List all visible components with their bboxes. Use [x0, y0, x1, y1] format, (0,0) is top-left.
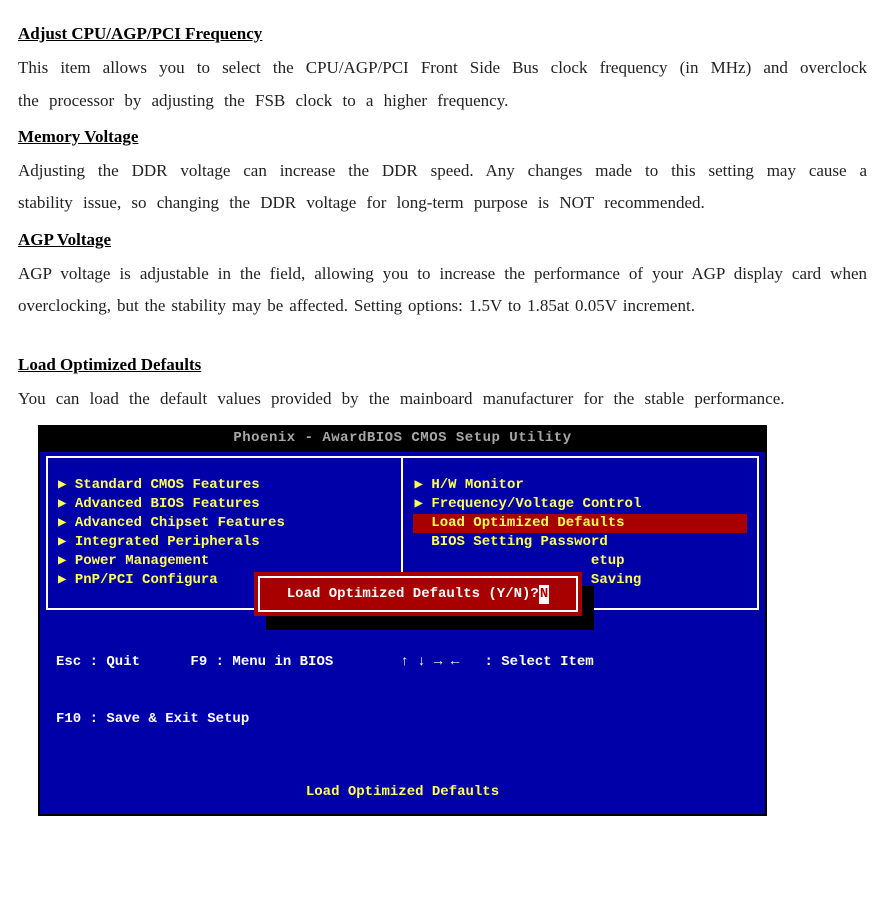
bios-footer-description: Load Optimized Defaults: [40, 777, 765, 814]
menu-item[interactable]: ▶ Advanced BIOS Features: [58, 495, 391, 514]
paragraph-memory-voltage: Adjusting the DDR voltage can increase t…: [18, 155, 867, 220]
menu-item[interactable]: ▶ Integrated Peripherals: [58, 533, 391, 552]
menu-item[interactable]: BIOS Setting Password: [415, 533, 748, 552]
heading-memory-voltage: Memory Voltage: [18, 121, 867, 153]
menu-item[interactable]: ▶ Frequency/Voltage Control: [415, 495, 748, 514]
paragraph-adjust-frequency: This item allows you to select the CPU/A…: [18, 52, 867, 117]
paragraph-load-defaults: You can load the default values provided…: [18, 383, 867, 415]
key-hint-line: Esc : Quit F9 : Menu in BIOS ↑ ↓ → ← : S…: [56, 653, 749, 672]
confirm-dialog: Load Optimized Defaults (Y/N)? N: [254, 572, 582, 616]
heading-adjust-frequency: Adjust CPU/AGP/PCI Frequency: [18, 18, 867, 50]
bios-menu-body: ▶ Standard CMOS Features ▶ Advanced BIOS…: [40, 452, 765, 609]
key-hint-line: F10 : Save & Exit Setup: [56, 710, 749, 729]
menu-item-selected[interactable]: Load Optimized Defaults: [413, 514, 748, 533]
heading-agp-voltage: AGP Voltage: [18, 224, 867, 256]
menu-item[interactable]: ▶ Advanced Chipset Features: [58, 514, 391, 533]
confirm-dialog-inner: Load Optimized Defaults (Y/N)? N: [258, 576, 578, 612]
bios-screenshot: Phoenix - AwardBIOS CMOS Setup Utility ▶…: [38, 425, 767, 815]
bios-title-bar: Phoenix - AwardBIOS CMOS Setup Utility: [40, 427, 765, 452]
confirm-dialog-answer[interactable]: N: [539, 585, 549, 604]
menu-item[interactable]: ▶ Standard CMOS Features: [58, 476, 391, 495]
paragraph-agp-voltage: AGP voltage is adjustable in the field, …: [18, 258, 867, 323]
bios-key-hints: Esc : Quit F9 : Menu in BIOS ↑ ↓ → ← : S…: [40, 610, 765, 777]
confirm-dialog-text: Load Optimized Defaults (Y/N)?: [287, 585, 539, 604]
heading-load-defaults: Load Optimized Defaults: [18, 349, 867, 381]
menu-item[interactable]: ▶ Power Management: [58, 552, 391, 571]
menu-item[interactable]: etup: [415, 552, 748, 571]
menu-item[interactable]: ▶ H/W Monitor: [415, 476, 748, 495]
